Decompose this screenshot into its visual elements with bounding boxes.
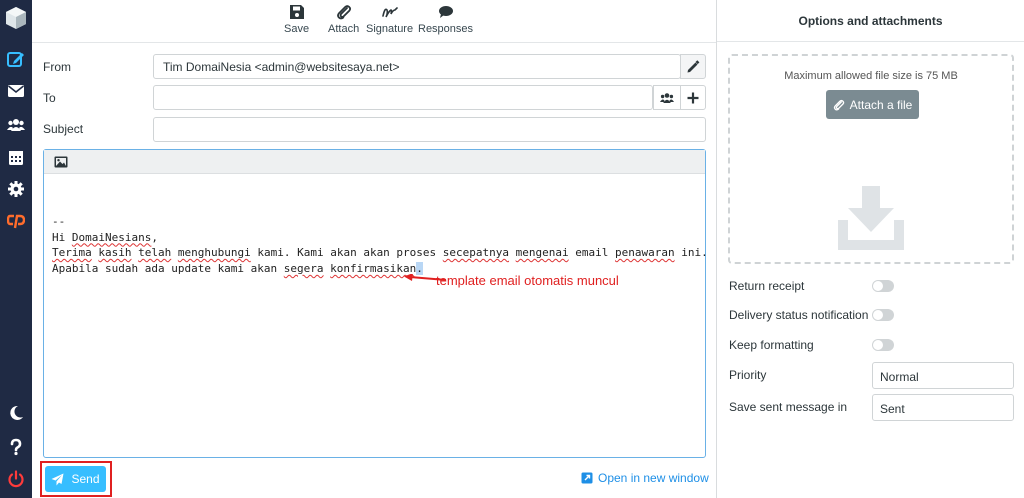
options-pane: Options and attachments Maximum allowed … — [716, 0, 1024, 498]
misspelled-word: kasih — [98, 246, 132, 260]
download-icon — [838, 186, 904, 250]
text-cursor-selection: . — [416, 261, 423, 275]
attach-label: Attach — [328, 23, 360, 35]
return-receipt-label: Return receipt — [729, 279, 805, 293]
attach-file-button[interactable]: Attach a file — [826, 90, 919, 119]
body-line: Terima kasih telah menghubungi kami. Kam… — [52, 246, 708, 260]
contacts-icon — [7, 119, 25, 131]
misspelled-word: DomaiNesians — [71, 230, 152, 244]
save-sent-select[interactable]: Sent — [872, 394, 1014, 421]
send-label: Send — [71, 472, 100, 486]
external-window-icon — [581, 472, 593, 484]
help-icon — [10, 438, 22, 456]
signature-label: Signature — [366, 23, 414, 35]
responses-icon — [438, 6, 453, 18]
misspelled-word: mengenai — [515, 246, 569, 260]
keep-formatting-toggle[interactable] — [872, 339, 894, 351]
pencil-icon — [687, 59, 700, 72]
signature-button[interactable]: Signature — [366, 4, 413, 35]
image-icon[interactable] — [54, 156, 68, 168]
compose-form: From Tim DomaiNesia <admin@websitesaya.n… — [32, 42, 716, 498]
annotation-text: template email otomatis muncul — [436, 273, 619, 288]
options-pane-title: Options and attachments — [717, 0, 1024, 42]
editor-toolbar — [44, 150, 705, 174]
to-field[interactable] — [153, 85, 653, 110]
nav-cpanel[interactable] — [0, 206, 32, 236]
compose-app: Save Attach Signature Responses From Tim… — [0, 0, 1024, 498]
nav-settings[interactable] — [0, 174, 32, 204]
misspelled-word: secepatnya — [442, 246, 510, 260]
calendar-icon — [9, 151, 23, 165]
subject-label: Subject — [43, 122, 84, 136]
misspelled-word: penawaran — [615, 246, 675, 260]
nav-calendar[interactable] — [0, 142, 32, 172]
keep-formatting-label: Keep formatting — [729, 338, 814, 352]
nav-help[interactable] — [0, 432, 32, 462]
responses-label: Responses — [418, 23, 474, 35]
save-button[interactable]: Save — [284, 4, 309, 35]
priority-label: Priority — [729, 368, 767, 382]
body-line: Hi DomaiNesians, — [52, 230, 158, 244]
attach-file-label: Attach a file — [849, 97, 913, 112]
save-sent-label: Save sent message in — [729, 400, 848, 414]
address-book-button[interactable] — [653, 85, 681, 110]
settings-icon — [8, 181, 24, 197]
attach-button[interactable]: Attach — [328, 4, 359, 35]
responses-button[interactable]: Responses — [418, 4, 473, 35]
logout-icon — [8, 470, 24, 488]
cpanel-icon — [7, 214, 25, 229]
from-field[interactable]: Tim DomaiNesia <admin@websitesaya.net> — [153, 54, 681, 79]
compose-toolbar: Save Attach Signature Responses — [32, 0, 716, 42]
misspelled-word: menghubungi — [177, 246, 251, 260]
message-editor[interactable]: -- Hi DomaiNesians, Terima kasih telah men… — [43, 149, 708, 458]
priority-select[interactable]: Normal — [872, 362, 1014, 389]
plus-icon — [687, 92, 699, 103]
edit-identity-button[interactable] — [680, 54, 706, 79]
dsn-toggle[interactable] — [872, 309, 894, 321]
save-icon — [289, 5, 304, 19]
attachment-dropzone[interactable]: Maximum allowed file size is 75 MB Attac… — [728, 54, 1014, 264]
compose-icon — [7, 52, 24, 67]
mail-icon — [8, 85, 24, 97]
nav-compose[interactable] — [0, 44, 32, 74]
misspelled-word: Terima — [52, 246, 92, 260]
signature-icon — [381, 7, 398, 18]
paperclip-icon — [833, 99, 844, 111]
save-label: Save — [284, 23, 310, 35]
return-receipt-toggle[interactable] — [872, 280, 894, 292]
misspelled-word: segera — [283, 261, 324, 275]
send-highlight-box: Send — [40, 461, 112, 497]
paperclip-icon — [336, 5, 351, 20]
message-body: -- Hi DomaiNesians, Terima kasih telah men… — [52, 214, 708, 276]
left-nav — [0, 0, 32, 498]
open-in-new-window-link[interactable]: Open in new window — [581, 471, 709, 485]
body-line: -- — [52, 215, 66, 228]
roundcube-logo[interactable] — [3, 5, 29, 31]
dsn-label: Delivery status notification — [729, 308, 869, 322]
max-file-size-note: Maximum allowed file size is 75 MB — [784, 70, 958, 82]
send-icon — [51, 473, 64, 485]
address-book-icon — [660, 92, 674, 103]
subject-field[interactable] — [153, 117, 706, 142]
open-in-new-window-label: Open in new window — [598, 471, 709, 485]
misspelled-word: telah — [138, 246, 172, 260]
nav-logout[interactable] — [0, 464, 32, 494]
nav-dark-mode[interactable] — [0, 398, 32, 428]
to-label: To — [43, 91, 56, 105]
send-button[interactable]: Send — [45, 466, 106, 492]
from-label: From — [43, 60, 71, 74]
moon-icon — [10, 405, 23, 420]
nav-mail[interactable] — [0, 76, 32, 106]
nav-contacts[interactable] — [0, 110, 32, 140]
add-recipient-button[interactable] — [680, 85, 706, 110]
misspelled-word: konfirmasikan — [330, 261, 417, 275]
